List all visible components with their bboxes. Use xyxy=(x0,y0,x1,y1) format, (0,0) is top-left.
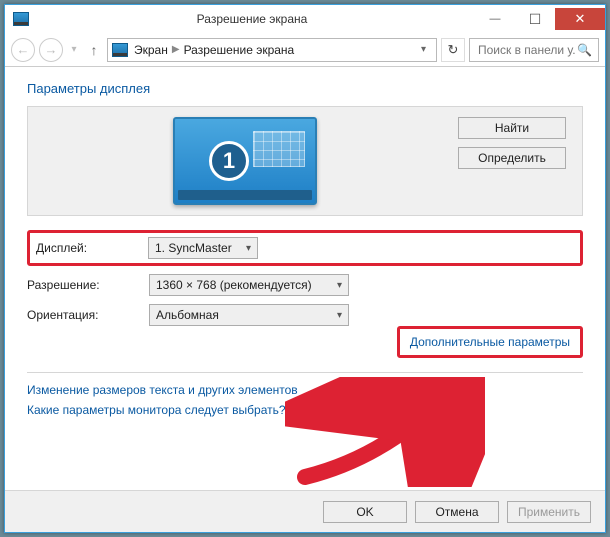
history-dropdown[interactable]: ▾ xyxy=(67,44,81,55)
window: Разрешение экрана ← → ▾ ↑ Экран ▶ Разреш… xyxy=(5,5,605,532)
display-select[interactable]: 1. SyncMaster ▾ xyxy=(148,237,258,259)
page-title: Параметры дисплея xyxy=(27,81,583,96)
chevron-down-icon: ▾ xyxy=(246,243,251,254)
cancel-button[interactable]: Отмена xyxy=(415,501,499,523)
display-label: Дисплей: xyxy=(36,241,148,255)
close-button[interactable] xyxy=(555,8,605,30)
highlight-advanced: Дополнительные параметры xyxy=(397,326,583,358)
dialog-footer: OK Отмена Применить xyxy=(5,490,605,532)
up-button[interactable]: ↑ xyxy=(85,41,103,59)
display-preview-area: 1 Найти Определить xyxy=(27,106,583,216)
chevron-down-icon: ▾ xyxy=(337,280,342,291)
chevron-down-icon[interactable]: ▾ xyxy=(421,44,426,55)
text-size-link[interactable]: Изменение размеров текста и других элеме… xyxy=(27,383,583,397)
monitor-icon xyxy=(112,43,128,57)
orientation-label: Ориентация: xyxy=(27,308,149,322)
resolution-select[interactable]: 1360 × 768 (рекомендуется) ▾ xyxy=(149,274,349,296)
resolution-value: 1360 × 768 (рекомендуется) xyxy=(156,278,312,292)
navbar: ← → ▾ ↑ Экран ▶ Разрешение экрана ▾ ↻ 🔍 xyxy=(5,33,605,67)
orientation-value: Альбомная xyxy=(156,308,219,322)
minimize-button[interactable] xyxy=(475,8,515,30)
breadcrumb-2[interactable]: Разрешение экрана xyxy=(184,43,295,57)
titlebar: Разрешение экрана xyxy=(5,5,605,33)
breadcrumb-1[interactable]: Экран xyxy=(134,43,168,57)
ok-button[interactable]: OK xyxy=(323,501,407,523)
resolution-label: Разрешение: xyxy=(27,278,149,292)
orientation-select[interactable]: Альбомная ▾ xyxy=(149,304,349,326)
window-title: Разрешение экрана xyxy=(29,12,475,26)
search-icon[interactable]: 🔍 xyxy=(577,43,592,57)
monitor-number: 1 xyxy=(209,141,249,181)
back-button[interactable]: ← xyxy=(11,38,35,62)
find-button[interactable]: Найти xyxy=(458,117,566,139)
monitor-thumbnail[interactable]: 1 xyxy=(173,117,317,205)
identify-button[interactable]: Определить xyxy=(458,147,566,169)
which-monitor-link[interactable]: Какие параметры монитора следует выбрать… xyxy=(27,403,583,417)
refresh-button[interactable]: ↻ xyxy=(441,38,465,62)
settings-form: Дисплей: 1. SyncMaster ▾ Разрешение: 136… xyxy=(27,230,583,417)
desktop-grid-icon xyxy=(253,131,305,167)
advanced-settings-link[interactable]: Дополнительные параметры xyxy=(410,335,570,349)
forward-button[interactable]: → xyxy=(39,38,63,62)
chevron-right-icon: ▶ xyxy=(172,44,180,55)
app-icon xyxy=(13,12,29,26)
maximize-button[interactable] xyxy=(515,8,555,30)
address-bar[interactable]: Экран ▶ Разрешение экрана ▾ xyxy=(107,38,437,62)
display-value: 1. SyncMaster xyxy=(155,241,232,255)
highlight-display-row: Дисплей: 1. SyncMaster ▾ xyxy=(27,230,583,266)
apply-button[interactable]: Применить xyxy=(507,501,591,523)
search-box[interactable]: 🔍 xyxy=(469,38,599,62)
divider xyxy=(27,372,583,373)
chevron-down-icon: ▾ xyxy=(337,310,342,321)
search-input[interactable] xyxy=(476,42,577,58)
